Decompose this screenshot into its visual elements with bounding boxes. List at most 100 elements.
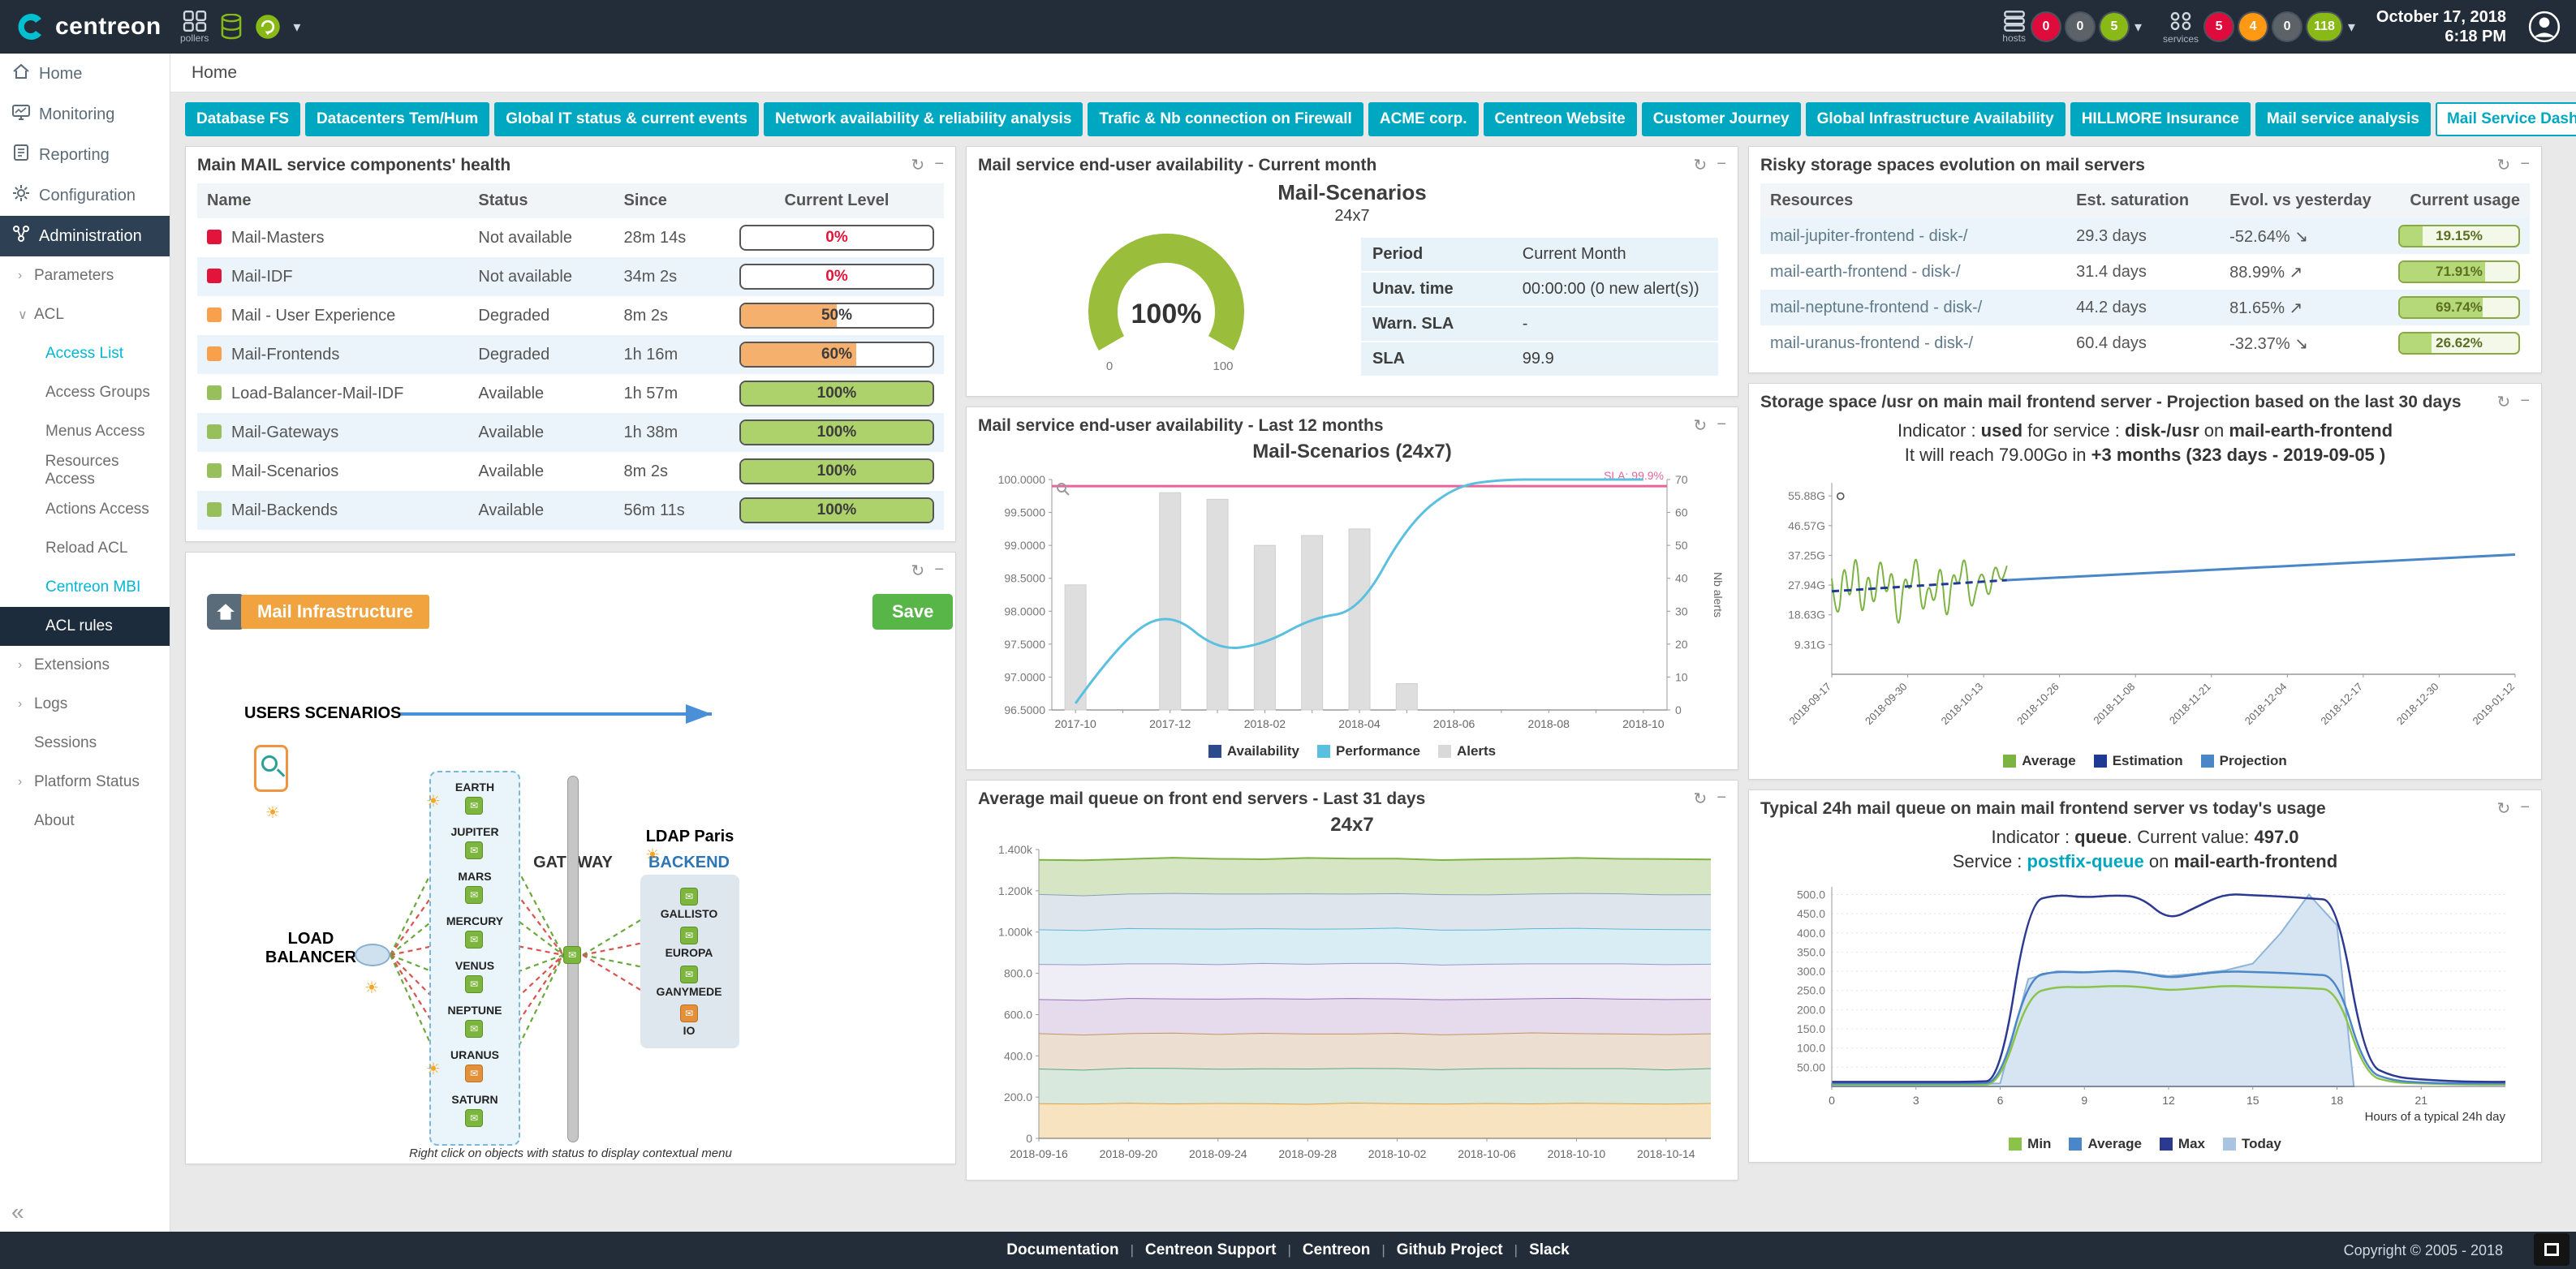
table-row[interactable]: Mail - User ExperienceDegraded8m 2s50%	[197, 296, 944, 335]
table-row[interactable]: Mail-IDFNot available34m 2s0%	[197, 257, 944, 296]
widget-refresh-icon[interactable]: ↻	[2497, 798, 2511, 819]
tab-global-it-status-current-events[interactable]: Global IT status & current events	[494, 102, 759, 136]
frontend-node-mars[interactable]: ✉	[465, 886, 483, 904]
tab-database-fs[interactable]: Database FS	[185, 102, 300, 136]
table-row[interactable]: Load-Balancer-Mail-IDFAvailable1h 57m100…	[197, 374, 944, 413]
load-balancer-node[interactable]	[355, 944, 390, 966]
sidebar-subitem-acl-rules[interactable]: ACL rules	[0, 607, 170, 646]
sidebar-subitem-logs[interactable]: ›Logs	[0, 685, 170, 724]
tab-datacenters-tem-hum[interactable]: Datacenters Tem/Hum	[305, 102, 489, 136]
widget-collapse-icon[interactable]: −	[2520, 155, 2530, 175]
table-row[interactable]: Mail-ScenariosAvailable8m 2s100%	[197, 452, 944, 491]
sidebar-collapse-icon[interactable]: «	[11, 1199, 24, 1225]
tab-hillmore-insurance[interactable]: HILLMORE Insurance	[2070, 102, 2251, 136]
centreon-logo[interactable]: centreon	[15, 11, 169, 43]
footer-link-github-project[interactable]: Github Project	[1397, 1241, 1503, 1259]
widget-refresh-icon[interactable]: ↻	[1694, 415, 1708, 436]
widget-collapse-icon[interactable]: −	[934, 155, 944, 175]
sidebar-subitem-access-list[interactable]: Access List	[0, 334, 170, 373]
tab-network-availability-reliability-analysis[interactable]: Network availability & reliability analy…	[764, 102, 1083, 136]
backend-node-ganymede[interactable]: ✉	[680, 966, 698, 983]
footer-link-documentation[interactable]: Documentation	[1006, 1241, 1118, 1259]
widget-refresh-icon[interactable]: ↻	[1694, 155, 1708, 175]
service-status-badge[interactable]: 0	[2273, 13, 2301, 41]
host-status-badge[interactable]: 0	[2032, 13, 2060, 41]
footer-link-centreon-support[interactable]: Centreon Support	[1145, 1241, 1277, 1259]
infrastructure-name-tag[interactable]: Mail Infrastructure	[241, 595, 429, 629]
sidebar-item-home[interactable]: Home	[0, 54, 170, 94]
table-row[interactable]: Mail-BackendsAvailable56m 11s100%	[197, 491, 944, 530]
sidebar-subitem-about[interactable]: About	[0, 802, 170, 841]
sidebar-subitem-sessions[interactable]: Sessions	[0, 724, 170, 763]
fullscreen-icon[interactable]	[2534, 1233, 2570, 1266]
sidebar-item-reporting[interactable]: Reporting	[0, 135, 170, 175]
table-row[interactable]: Mail-MastersNot available28m 14s0%	[197, 218, 944, 257]
tab-customer-journey[interactable]: Customer Journey	[1642, 102, 1801, 136]
gateway-node[interactable]: ✉	[563, 946, 581, 964]
widget-refresh-icon[interactable]: ↻	[2497, 155, 2511, 175]
service-status-badge[interactable]: 118	[2307, 13, 2341, 41]
widget-refresh-icon[interactable]: ↻	[911, 155, 925, 175]
tab-mail-service-analysis[interactable]: Mail service analysis	[2255, 102, 2431, 136]
services-chevron-icon[interactable]: ▾	[2348, 19, 2355, 36]
table-row[interactable]: mail-jupiter-frontend - disk-/29.3 days-…	[1760, 218, 2530, 254]
save-button[interactable]: Save	[872, 594, 953, 630]
apply-configuration-icon[interactable]	[254, 13, 282, 41]
frontend-node-earth[interactable]: ✉	[465, 797, 483, 815]
sidebar-subitem-parameters[interactable]: ›Parameters	[0, 256, 170, 295]
tab-centreon-website[interactable]: Centreon Website	[1484, 102, 1637, 136]
service-status-badge[interactable]: 4	[2239, 13, 2267, 41]
tab-global-infrastructure-availability[interactable]: Global Infrastructure Availability	[1806, 102, 2066, 136]
breadcrumb-home[interactable]: Home	[192, 63, 237, 83]
frontend-node-saturn[interactable]: ✉	[465, 1109, 483, 1127]
table-row[interactable]: Mail-FrontendsDegraded1h 16m60%	[197, 335, 944, 374]
table-row[interactable]: mail-uranus-frontend - disk-/60.4 days-3…	[1760, 325, 2530, 361]
tab-mail-service-dashboard[interactable]: Mail Service Dashboard	[2436, 102, 2576, 136]
sidebar-item-monitoring[interactable]: Monitoring	[0, 94, 170, 135]
sidebar-subitem-resources-access[interactable]: Resources Access	[0, 451, 170, 490]
host-status-badge[interactable]: 0	[2066, 13, 2094, 41]
user-avatar-icon[interactable]	[2527, 10, 2561, 44]
frontend-node-jupiter[interactable]: ✉	[465, 841, 483, 859]
frontend-node-venus[interactable]: ✉	[465, 975, 483, 993]
footer-link-slack[interactable]: Slack	[1529, 1241, 1570, 1259]
sidebar-item-configuration[interactable]: Configuration	[0, 175, 170, 216]
sidebar-subitem-reload-acl[interactable]: Reload ACL	[0, 529, 170, 568]
tab-trafic-nb-connection-on-firewall[interactable]: Trafic & Nb connection on Firewall	[1088, 102, 1363, 136]
hosts-icon[interactable]: hosts	[2002, 11, 2026, 44]
table-row[interactable]: Mail-GatewaysAvailable1h 38m100%	[197, 413, 944, 452]
frontend-node-neptune[interactable]: ✉	[465, 1020, 483, 1038]
sidebar-subitem-acl[interactable]: ∨ACL	[0, 295, 170, 334]
backend-node-gallisto[interactable]: ✉	[680, 888, 698, 906]
backend-node-io[interactable]: ✉	[680, 1004, 698, 1022]
widget-refresh-icon[interactable]: ↻	[2497, 392, 2511, 412]
backend-node-europa[interactable]: ✉	[680, 927, 698, 944]
database-icon[interactable]	[220, 14, 243, 40]
widget-collapse-icon[interactable]: −	[1717, 789, 1726, 809]
widget-refresh-icon[interactable]: ↻	[1694, 789, 1708, 809]
poller-menu-chevron-icon[interactable]: ▾	[293, 19, 300, 36]
footer-link-centreon[interactable]: Centreon	[1303, 1241, 1370, 1259]
widget-refresh-icon[interactable]: ↻	[911, 561, 925, 581]
host-status-badge[interactable]: 5	[2100, 13, 2128, 41]
sidebar-subitem-extensions[interactable]: ›Extensions	[0, 646, 170, 685]
widget-collapse-icon[interactable]: −	[1717, 155, 1726, 175]
sidebar-subitem-actions-access[interactable]: Actions Access	[0, 490, 170, 529]
table-row[interactable]: mail-earth-frontend - disk-/31.4 days88.…	[1760, 254, 2530, 290]
sidebar-subitem-platform-status[interactable]: ›Platform Status	[0, 763, 170, 802]
breadcrumb[interactable]: Home	[170, 54, 2576, 92]
widget-collapse-icon[interactable]: −	[1717, 415, 1726, 436]
table-row[interactable]: mail-neptune-frontend - disk-/44.2 days8…	[1760, 290, 2530, 325]
widget-collapse-icon[interactable]: −	[2520, 392, 2530, 412]
sidebar-subitem-menus-access[interactable]: Menus Access	[0, 412, 170, 451]
sidebar-subitem-access-groups[interactable]: Access Groups	[0, 373, 170, 412]
frontend-node-uranus[interactable]: ✉	[465, 1065, 483, 1082]
pollers-icon[interactable]: pollers	[180, 11, 209, 44]
widget-collapse-icon[interactable]: −	[934, 561, 944, 581]
hosts-chevron-icon[interactable]: ▾	[2134, 19, 2142, 36]
sidebar-item-administration[interactable]: Administration	[0, 216, 170, 256]
tab-acme-corp-[interactable]: ACME corp.	[1368, 102, 1479, 136]
services-icon[interactable]: services	[2163, 10, 2199, 45]
widget-collapse-icon[interactable]: −	[2520, 798, 2530, 819]
sidebar-subitem-centreon-mbi[interactable]: Centreon MBI	[0, 568, 170, 607]
